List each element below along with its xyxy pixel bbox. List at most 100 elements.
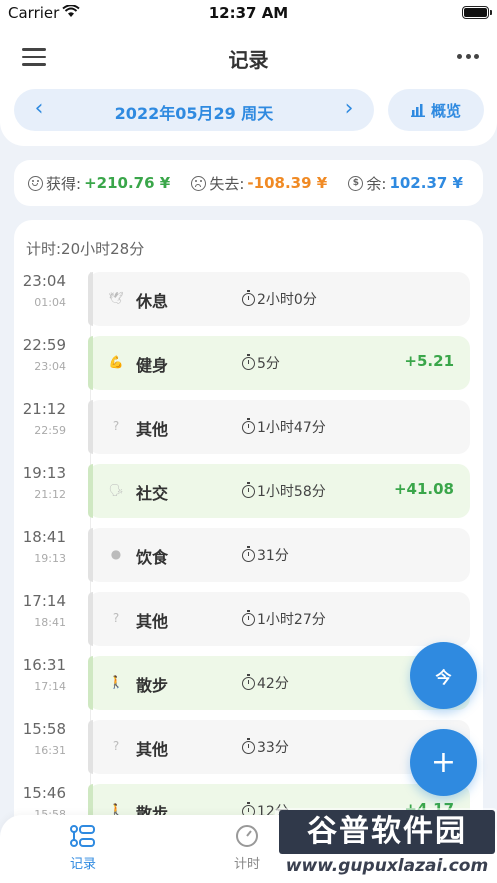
sad-face-icon [191, 175, 207, 191]
record-row: 18:41 19:13 ● 饮食 31分 [14, 528, 483, 582]
current-date[interactable]: 2022年05月29 周天 [14, 100, 374, 124]
overview-label: 概览 [430, 101, 461, 120]
balance-label: 余: [366, 174, 387, 193]
duration-text: 5分 [257, 356, 280, 372]
duration: 5分 [242, 353, 280, 373]
record-row: 22:59 23:04 💪 健身 5分 +5.21 [14, 336, 483, 390]
speaking-head-icon: 🗣 [108, 483, 124, 497]
watermark: 谷普软件园 www.gupuxlazai.com [275, 808, 497, 883]
stopwatch-icon [242, 353, 255, 370]
record-row: 23:04 01:04 🕊 休息 2小时0分 [14, 272, 483, 326]
amount: +5.21 [404, 352, 454, 370]
add-record-button[interactable]: + [410, 729, 477, 796]
record-row: 17:14 18:41? 其他 1小时27分 [14, 592, 483, 646]
question-icon: ? [112, 419, 120, 433]
tab-timer[interactable]: 计时 [212, 823, 282, 872]
question-icon: ? [112, 739, 120, 753]
duration-text: 1小时27分 [257, 612, 326, 628]
stopwatch-icon [242, 673, 255, 690]
stopwatch-icon [242, 545, 255, 562]
status-bar: Carrier 12:37 AM [0, 0, 497, 28]
stopwatch-icon [242, 481, 255, 498]
stopwatch-icon [242, 609, 255, 626]
activity-name: 饮食 [136, 548, 169, 567]
start-time: 16:31 [22, 656, 66, 674]
record-entry[interactable]: ? 其他 1小时27分 [88, 592, 470, 646]
activity-name: 其他 [136, 612, 169, 631]
start-time: 19:13 [22, 464, 66, 482]
record-row: 21:12 22:59? 其他 1小时47分 [14, 400, 483, 454]
end-time: 19:13 [34, 552, 66, 565]
end-time: 22:59 [34, 424, 66, 437]
records-list-icon [48, 823, 118, 849]
lost-summary: 失去: -108.39 ¥ [191, 173, 327, 194]
entry-accent-bar [88, 400, 93, 454]
duration-text: 2小时0分 [257, 292, 317, 308]
start-time: 15:58 [22, 720, 66, 738]
overview-button[interactable]: 概览 [388, 89, 484, 131]
clock: 12:37 AM [208, 4, 289, 22]
activity-name: 其他 [136, 420, 169, 439]
record-row: 19:13 21:12 🗣 社交 1小时58分 +41.08 [14, 464, 483, 518]
entry-accent-bar [88, 272, 93, 326]
duration: 1小时47分 [242, 417, 326, 437]
end-time: 18:41 [34, 616, 66, 629]
more-options-icon[interactable] [457, 54, 479, 62]
walking-person-icon: 🚶 [108, 675, 124, 689]
summary-card: 获得: +210.76 ¥ 失去: -108.39 ¥ $ 余: 102.37 … [14, 160, 483, 206]
activity-name: 散步 [136, 676, 169, 695]
nav-bar: 记录 [0, 28, 497, 88]
entry-accent-bar [88, 528, 93, 582]
earned-label: 获得: [46, 174, 82, 193]
balance-value: 102.37 ¥ [389, 174, 463, 192]
activity-name: 社交 [136, 484, 169, 503]
duration-text: 31分 [257, 548, 289, 564]
start-time: 17:14 [22, 592, 66, 610]
start-time: 15:46 [22, 784, 66, 802]
entry-accent-bar [88, 464, 93, 518]
entry-accent-bar [88, 336, 93, 390]
end-time: 23:04 [34, 360, 66, 373]
record-entry[interactable]: ● 饮食 31分 [88, 528, 470, 582]
next-day-button[interactable]: › [336, 97, 362, 123]
activity-name: 休息 [136, 292, 169, 311]
today-button[interactable]: 今 [410, 642, 477, 709]
end-time: 17:14 [34, 680, 66, 693]
lost-label: 失去: [209, 174, 245, 193]
activity-name: 其他 [136, 740, 169, 759]
record-entry[interactable]: ? 其他 1小时47分 [88, 400, 470, 454]
tab-records[interactable]: 记录 [48, 823, 118, 872]
end-time: 01:04 [34, 296, 66, 309]
duration: 33分 [242, 737, 289, 757]
watermark-url: www.gupuxlazai.com [285, 856, 489, 876]
entry-accent-bar [88, 592, 93, 646]
lost-value: -108.39 ¥ [247, 174, 328, 192]
duration-text: 42分 [257, 676, 289, 692]
dollar-coin-icon: $ [348, 175, 364, 191]
earned-summary: 获得: +210.76 ¥ [28, 173, 170, 194]
record-entry[interactable]: 🗣 社交 1小时58分 +41.08 [88, 464, 470, 518]
entry-accent-bar [88, 656, 93, 710]
start-time: 18:41 [22, 528, 66, 546]
entry-accent-bar [88, 720, 93, 774]
duration: 1小时58分 [242, 481, 326, 501]
plate-icon: ● [110, 547, 122, 561]
date-selector: ‹ 2022年05月29 周天 › [14, 89, 374, 131]
stopwatch-icon [242, 289, 255, 306]
stopwatch-icon [212, 823, 282, 849]
amount: +41.08 [393, 480, 454, 498]
watermark-title: 谷普软件园 [279, 810, 495, 854]
record-entry[interactable]: 🕊 休息 2小时0分 [88, 272, 470, 326]
tab-records-label: 记录 [69, 857, 96, 872]
balance-summary: $ 余: 102.37 ¥ [348, 173, 463, 194]
duration-text: 33分 [257, 740, 289, 756]
stopwatch-icon [242, 417, 255, 434]
duration: 1小时27分 [242, 609, 326, 629]
flexed-biceps-icon: 💪 [108, 355, 124, 369]
battery-icon [462, 6, 492, 19]
record-entry[interactable]: 💪 健身 5分 +5.21 [88, 336, 470, 390]
duration: 42分 [242, 673, 289, 693]
page-title: 记录 [228, 48, 269, 72]
start-time: 21:12 [22, 400, 66, 418]
duration-text: 1小时58分 [257, 484, 326, 500]
